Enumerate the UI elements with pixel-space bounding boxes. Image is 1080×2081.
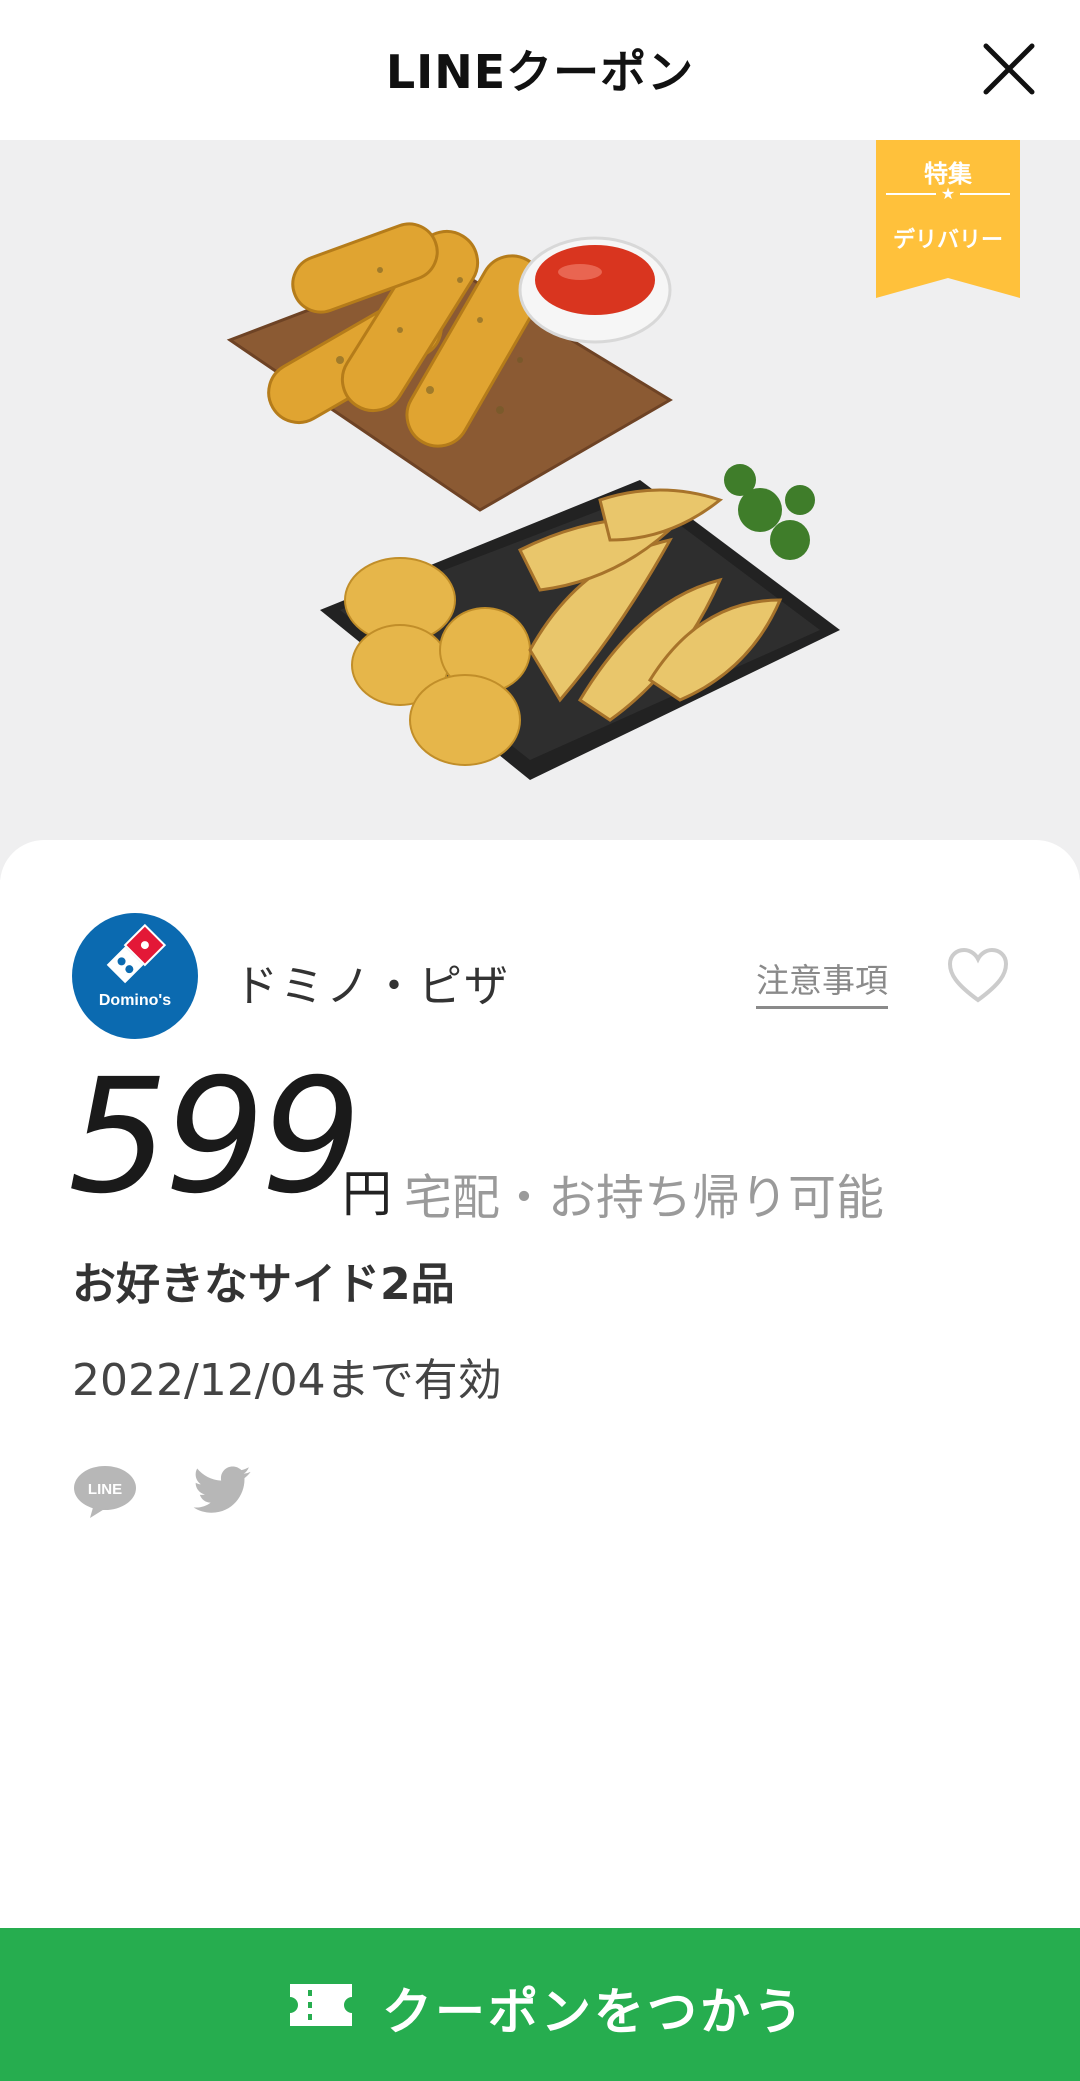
delivery-note: 宅配・お持ち帰り可能 [404, 1170, 885, 1226]
store-logo: Domino's [72, 913, 198, 1039]
valid-until: 2022/12/04まで有効 [72, 1355, 502, 1406]
share-twitter-button[interactable] [188, 1460, 256, 1522]
feature-ribbon: 特集 ★ デリバリー [876, 140, 1020, 298]
close-button[interactable] [976, 36, 1042, 102]
dominos-logo-icon [103, 923, 167, 987]
hero-image-area: 特集 ★ デリバリー [0, 140, 1080, 880]
heart-icon [947, 947, 1009, 1003]
item-description: お好きなサイド2品 [72, 1259, 455, 1310]
use-coupon-label: クーポンをつかう [382, 1983, 806, 2041]
line-icon-text: LINE [88, 1481, 122, 1498]
ribbon-divider [960, 193, 1010, 195]
ribbon-label-bottom: デリバリー [892, 228, 1003, 253]
share-line-button[interactable]: LINE [72, 1464, 138, 1520]
logo-text: Domino's [98, 992, 172, 1009]
price-unit: 円 [342, 1165, 392, 1223]
favorite-button[interactable] [946, 946, 1010, 1006]
twitter-icon [193, 1466, 251, 1513]
food-photo [226, 222, 840, 780]
header: LINEクーポン [0, 0, 1080, 140]
notice-link[interactable]: 注意事項 [756, 954, 888, 1009]
price: 599 [68, 1045, 362, 1229]
use-coupon-button[interactable]: クーポンをつかう [0, 1928, 1080, 2081]
ticket-icon [290, 1984, 352, 2026]
close-icon [983, 43, 1035, 95]
coupon-card: Domino's ドミノ・ピザ 注意事項 599 円 宅配・お持ち帰り可能 お好… [0, 840, 1080, 1930]
page-title: LINEクーポン [385, 45, 695, 99]
store-name: ドミノ・ピザ [234, 961, 510, 1012]
line-icon: LINE [74, 1466, 136, 1518]
